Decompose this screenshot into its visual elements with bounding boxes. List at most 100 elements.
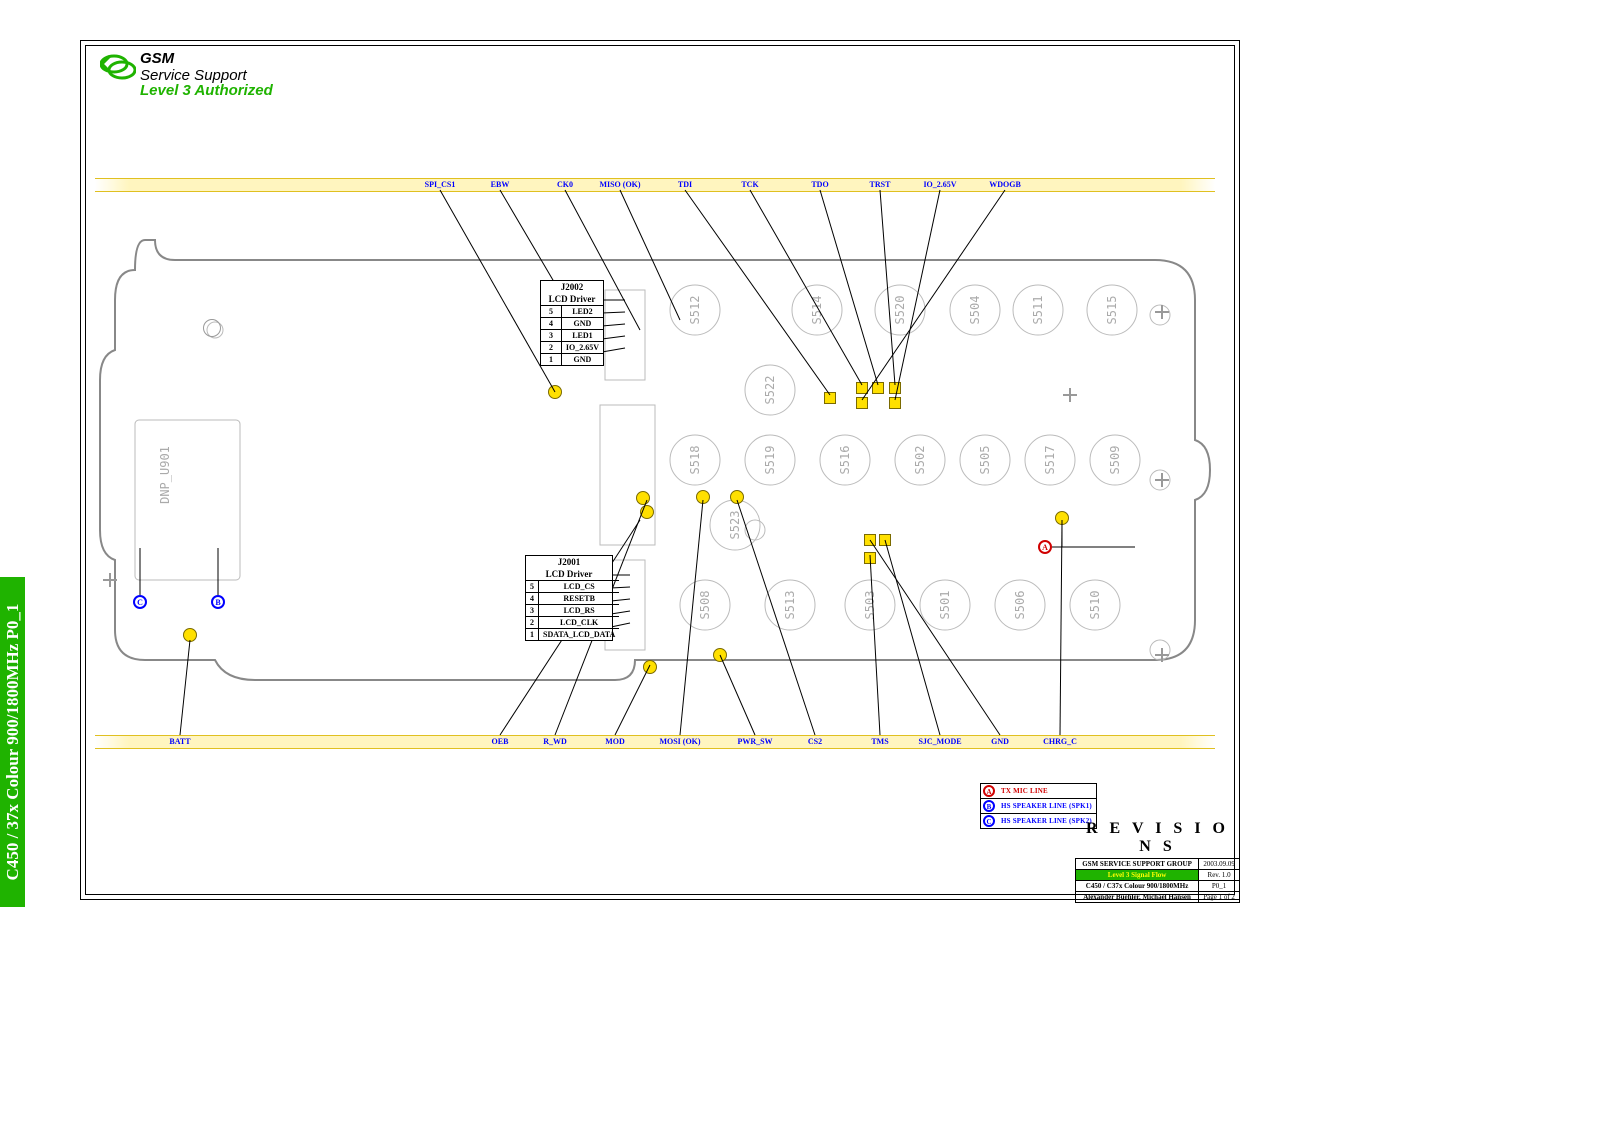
connector-signal: SDATA_LCD_DATA xyxy=(539,629,620,641)
bottom-signal-label: SJC_MODE xyxy=(918,737,961,746)
page: C450 / 37x Colour 900/1800MHz P0_1 GSM S… xyxy=(0,0,1600,1132)
legend-marker-icon: B xyxy=(983,800,995,812)
revisions-cell: P0_1 xyxy=(1199,881,1240,892)
component-ref: S512 xyxy=(688,296,702,325)
top-signal-label: CK0 xyxy=(557,180,573,189)
bottom-signal-label: MOSI (OK) xyxy=(659,737,700,746)
component-ref: S510 xyxy=(1088,591,1102,620)
top-signal-label: TDO xyxy=(811,180,828,189)
bottom-signal-label: BATT xyxy=(169,737,190,746)
component-ref: S514 xyxy=(810,296,824,325)
revisions-cell: Alexander Buehler, Michael Hansen xyxy=(1076,892,1199,903)
component-ref: S508 xyxy=(698,591,712,620)
component-ref: S518 xyxy=(688,446,702,475)
testpad xyxy=(640,505,654,519)
marker-b: B xyxy=(211,595,225,609)
fiducial-icon xyxy=(1063,388,1077,402)
component-ref: S523 xyxy=(728,511,742,540)
component-ref: S506 xyxy=(1013,591,1027,620)
top-signal-label: WDOGB xyxy=(989,180,1021,189)
component-ref: S519 xyxy=(763,446,777,475)
connector-signal: LCD_CLK xyxy=(539,617,620,629)
connector-pin: 1 xyxy=(526,629,539,641)
jtag-pad xyxy=(879,534,891,546)
legend-marker-icon: A xyxy=(983,785,995,797)
revisions-cell: Page 1 of 2 xyxy=(1199,892,1240,903)
top-signal-label: IO_2.65V xyxy=(923,180,956,189)
revisions-cell: Rev. 1.0 xyxy=(1199,870,1240,881)
j2002-title2: LCD Driver xyxy=(541,293,603,305)
logo-line-gsm: GSM xyxy=(140,50,273,67)
top-signal-label: TDI xyxy=(678,180,692,189)
revisions-cell: 2003.09.09 xyxy=(1199,859,1240,870)
revisions-cell: C450 / C37x Colour 900/1800MHz xyxy=(1076,881,1199,892)
connector-signal: IO_2.65V xyxy=(561,342,603,354)
component-ref: S516 xyxy=(838,446,852,475)
legend-row: ATX MIC LINE xyxy=(981,784,1096,799)
revisions-cell: Level 3 Signal Flow xyxy=(1076,870,1199,881)
top-signal-label: TCK xyxy=(741,180,758,189)
logo-line-level3: Level 3 Authorized xyxy=(140,82,273,99)
component-ref: S505 xyxy=(978,446,992,475)
jtag-pad xyxy=(824,392,836,404)
top-signal-label: SPI_CS1 xyxy=(425,180,456,189)
gsm-logo-icon xyxy=(100,50,136,82)
gsm-logo-text: GSM Service Support Level 3 Authorized xyxy=(140,50,273,99)
revisions-block: R E V I S I O N S GSM SERVICE SUPPORT GR… xyxy=(1075,820,1240,903)
jtag-pad xyxy=(856,397,868,409)
component-ref: S503 xyxy=(863,591,877,620)
jtag-pad xyxy=(864,552,876,564)
left-title-spine: C450 / 37x Colour 900/1800MHz P0_1 xyxy=(0,577,25,907)
bottom-signal-label: CS2 xyxy=(808,737,822,746)
component-ref: S513 xyxy=(783,591,797,620)
fiducial-icon xyxy=(1155,473,1169,487)
connector-j2001-table: J2001 LCD Driver 5LCD_CS4RESETB3LCD_RS2L… xyxy=(525,555,613,641)
connector-pin: 3 xyxy=(526,605,539,617)
component-ref: S520 xyxy=(893,296,907,325)
jtag-pad xyxy=(856,382,868,394)
bottom-signal-label: OEB xyxy=(492,737,509,746)
top-signal-label: MISO (OK) xyxy=(599,180,640,189)
connector-signal: LCD_CS xyxy=(539,581,620,593)
component-ref: S509 xyxy=(1108,446,1122,475)
fiducial-icon xyxy=(203,319,221,337)
top-signal-label: TRST xyxy=(870,180,891,189)
revisions-cell: GSM SERVICE SUPPORT GROUP xyxy=(1076,859,1199,870)
testpad xyxy=(1055,511,1069,525)
connector-signal: LCD_RS xyxy=(539,605,620,617)
top-signal-label: EBW xyxy=(491,180,510,189)
revisions-title: R E V I S I O N S xyxy=(1075,820,1240,856)
connector-signal: GND xyxy=(561,318,603,330)
connector-pin: 4 xyxy=(526,593,539,605)
connector-pin: 5 xyxy=(541,306,561,318)
bottom-signal-label: PWR_SW xyxy=(737,737,772,746)
connector-signal: LED2 xyxy=(561,306,603,318)
component-ref: S502 xyxy=(913,446,927,475)
connector-signal: LED1 xyxy=(561,330,603,342)
connector-pin: 1 xyxy=(541,354,561,366)
component-ref: S517 xyxy=(1043,446,1057,475)
legend-row: BHS SPEAKER LINE (SPK1) xyxy=(981,799,1096,814)
connector-j2002-table: J2002 LCD Driver 5LED24GND3LED12IO_2.65V… xyxy=(540,280,604,366)
component-ref: S504 xyxy=(968,296,982,325)
bottom-signal-label: MOD xyxy=(605,737,625,746)
j2001-title2: LCD Driver xyxy=(526,568,612,580)
testpad xyxy=(730,490,744,504)
component-ref: S501 xyxy=(938,591,952,620)
testpad xyxy=(643,660,657,674)
legend-text: HS SPEAKER LINE (SPK1) xyxy=(997,801,1096,811)
fiducial-icon xyxy=(1155,305,1169,319)
testpad xyxy=(183,628,197,642)
connector-signal: RESETB xyxy=(539,593,620,605)
jtag-pad xyxy=(889,382,901,394)
testpad xyxy=(636,491,650,505)
jtag-pad xyxy=(864,534,876,546)
bottom-signal-label: GND xyxy=(991,737,1009,746)
connector-pin: 3 xyxy=(541,330,561,342)
component-ref: DNP_U901 xyxy=(158,446,172,504)
connector-pin: 5 xyxy=(526,581,539,593)
legend-text: TX MIC LINE xyxy=(997,786,1052,796)
component-ref: S522 xyxy=(763,376,777,405)
signal-bar-top xyxy=(95,178,1215,192)
fiducial-icon xyxy=(1155,648,1169,662)
